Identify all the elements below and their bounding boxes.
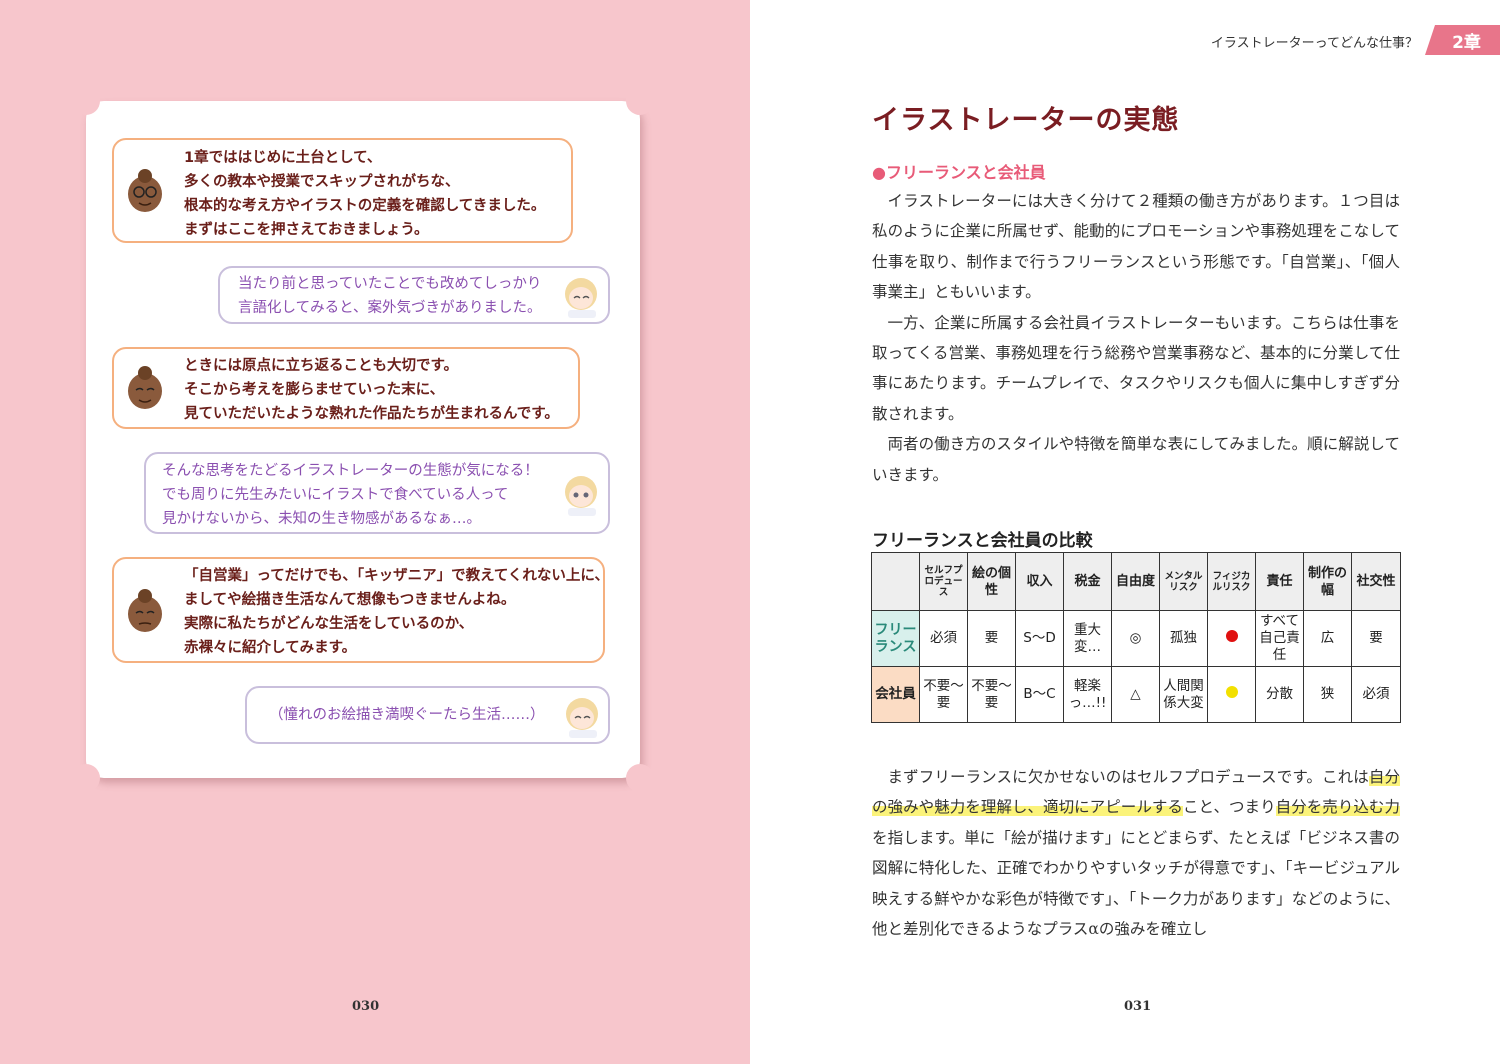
table-header-cell: 制作の幅 — [1303, 552, 1352, 611]
table-cell — [1207, 610, 1256, 667]
teacher-speech-bubble: 「自営業」ってだけでも、「キッザニア」で教えてくれない上に、 ましてや絵描き生活… — [112, 557, 609, 663]
running-header: イラストレーターってどんな仕事？ — [1210, 36, 1418, 51]
table-cell: 広 — [1303, 610, 1352, 667]
paragraph: イラストレーターには大きく分けて２種類の働き方があります。１つ目は私のように企業… — [872, 192, 1400, 302]
student-avatar-icon — [565, 278, 597, 318]
student-line: （憧れのお絵描き満喫ぐーたら生活……） — [269, 707, 545, 723]
card-corner-notch — [626, 764, 654, 792]
table-cell: S〜D — [1015, 610, 1064, 667]
card-corner-notch — [626, 87, 654, 115]
paragraph: 両者の働き方のスタイルや特徴を簡単な表にしてみました。順に解説していきます。 — [872, 435, 1400, 484]
page-number: 030 — [352, 999, 380, 1014]
teacher-line: 1章でははじめに土台として、 多くの教本や授業でスキップされがちな、 根本的な考… — [184, 150, 546, 238]
table-cell — [1207, 666, 1256, 723]
subheading: ●フリーランスと会社員 — [872, 163, 1046, 182]
table-header-cell: メンタルリスク — [1159, 552, 1208, 611]
card-corner-notch — [72, 764, 100, 792]
table-cell: 分散 — [1255, 666, 1304, 723]
table-header-cell: フィジカルリスク — [1207, 552, 1256, 611]
page-number: 031 — [1124, 999, 1152, 1014]
table-cell: 不要〜要 — [919, 666, 968, 723]
teacher-speech-bubble: ときには原点に立ち返ることも大切です。 そこから考えを膨らませていった末に、 見… — [112, 347, 580, 429]
table-cell: 狭 — [1303, 666, 1352, 723]
table-cell: 要 — [1351, 610, 1401, 667]
table-cell: B〜C — [1015, 666, 1064, 723]
self-produce-paragraph: まずフリーランスに欠かせないのはセルフプロデュースです。これは自分の強みや魅力を… — [872, 762, 1400, 944]
yellow-dot-icon — [1225, 686, 1238, 698]
left-page: 1章でははじめに土台として、 多くの教本や授業でスキップされがちな、 根本的な考… — [0, 0, 750, 1064]
teacher-avatar-icon — [128, 589, 162, 632]
student-line: 当たり前と思っていたことでも改めてしっかり 言語化してみると、案外気づきがありま… — [238, 276, 542, 316]
intro-paragraphs: イラストレーターには大きく分けて２種類の働き方があります。１つ目は私のように企業… — [872, 186, 1400, 490]
table-header-cell: 社交性 — [1351, 552, 1401, 611]
comparison-table: セルフプロデュース 絵の個性 収入 税金 自由度 メンタルリスク フィジカルリス… — [871, 552, 1401, 723]
student-line: そんな思考をたどるイラストレーターの生態が気になる！ でも周りに先生みたいにイラ… — [162, 463, 539, 527]
table-cell: 必須 — [919, 610, 968, 667]
table-row-employee: 会社員 不要〜要 不要〜要 B〜C 軽楽っ…!! △ 人間関係大変 分散 狭 必… — [871, 666, 1401, 723]
red-dot-icon — [1225, 630, 1238, 642]
table-cell: ◎ — [1111, 610, 1160, 667]
table-header-cell: 税金 — [1063, 552, 1112, 611]
table-cell: 軽楽っ…!! — [1063, 666, 1112, 723]
student-avatar-icon — [566, 698, 598, 738]
row-label: 会社員 — [871, 666, 920, 723]
teacher-speech-bubble: 1章でははじめに土台として、 多くの教本や授業でスキップされがちな、 根本的な考… — [112, 138, 573, 243]
student-speech-bubble: 当たり前と思っていたことでも改めてしっかり 言語化してみると、案外気づきがありま… — [218, 266, 610, 324]
table-header-cell: 絵の個性 — [967, 552, 1016, 611]
chapter-tab: 2章 — [1425, 25, 1500, 55]
student-speech-bubble: （憧れのお絵描き満喫ぐーたら生活……） — [245, 686, 610, 744]
row-label: フリーランス — [871, 610, 920, 667]
paragraph: 一方、企業に所属する会社員イラストレーターもいます。こちらは仕事を取ってくる営業… — [872, 313, 1400, 423]
teacher-line: 「自営業」ってだけでも、「キッザニア」で教えてくれない上に、 ましてや絵描き生活… — [184, 568, 609, 656]
card-corner-notch — [72, 87, 100, 115]
table-header-cell: 収入 — [1015, 552, 1064, 611]
table-title: フリーランスと会社員の比較 — [872, 531, 1093, 551]
teacher-avatar-icon — [128, 169, 162, 212]
table-cell: 必須 — [1351, 666, 1401, 723]
text-run: こと、つまり — [1182, 798, 1276, 817]
teacher-avatar-icon — [128, 366, 162, 409]
text-run: まずフリーランスに欠かせないのはセルフプロデュースです。これは — [887, 768, 1369, 786]
section-title: イラストレーターの実態 — [872, 105, 1180, 136]
table-cell: 孤独 — [1159, 610, 1208, 667]
table-header-row: セルフプロデュース 絵の個性 収入 税金 自由度 メンタルリスク フィジカルリス… — [871, 552, 1401, 611]
table-cell: すべて自己責任 — [1255, 610, 1304, 667]
table-header-cell: セルフプロデュース — [919, 552, 968, 611]
table-row-freelance: フリーランス 必須 要 S〜D 重大変… ◎ 孤独 すべて自己責任 広 要 — [871, 610, 1401, 667]
highlighted-text: 自分を売り込む力 — [1275, 798, 1400, 817]
table-cell: 人間関係大変 — [1159, 666, 1208, 723]
student-avatar-icon — [565, 476, 597, 516]
table-corner-cell — [871, 552, 920, 611]
table-cell: 要 — [967, 610, 1016, 667]
text-run: を指します。単に「絵が描けます」にとどまらず、たとえば「ビジネス書の図解に特化し… — [872, 828, 1400, 939]
student-speech-bubble: そんな思考をたどるイラストレーターの生態が気になる！ でも周りに先生みたいにイラ… — [144, 452, 610, 534]
table-header-cell: 責任 — [1255, 552, 1304, 611]
table-cell: △ — [1111, 666, 1160, 723]
table-cell: 不要〜要 — [967, 666, 1016, 723]
table-cell: 重大変… — [1063, 610, 1112, 667]
table-header-cell: 自由度 — [1111, 552, 1160, 611]
teacher-line: ときには原点に立ち返ることも大切です。 そこから考えを膨らませていった末に、 見… — [184, 358, 559, 422]
